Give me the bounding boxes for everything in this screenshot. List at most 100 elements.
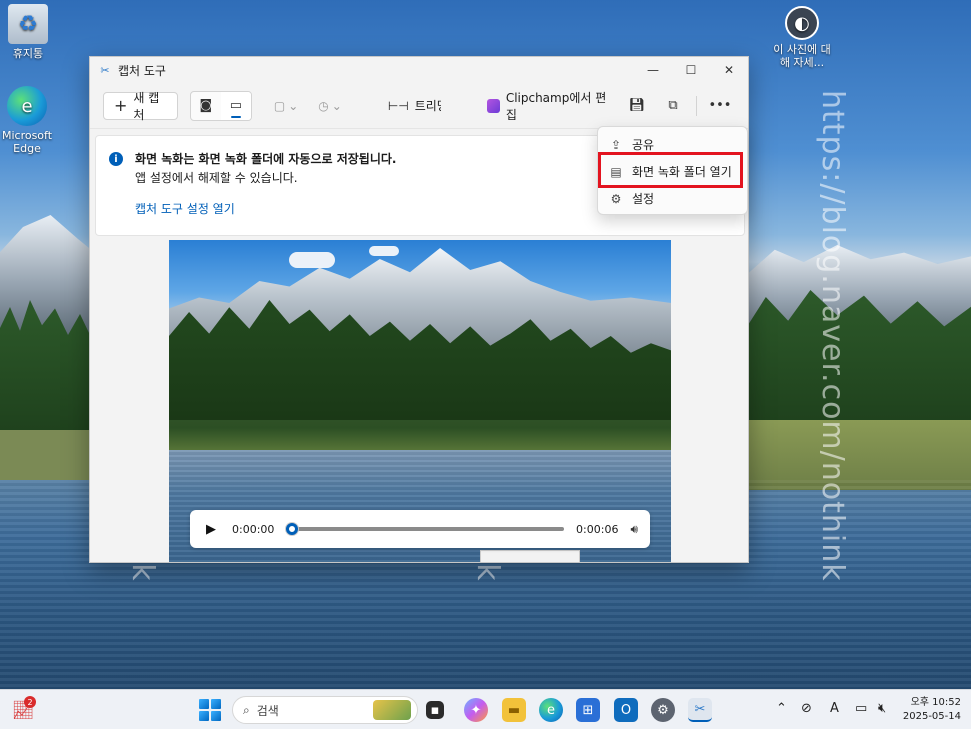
snipping-tool-icon: ✂	[100, 63, 110, 77]
copilot-icon: ✦	[470, 702, 482, 718]
ime-indicator[interactable]: A	[830, 701, 839, 716]
info-subtitle: 앱 설정에서 해제할 수 있습니다.	[135, 171, 298, 185]
share-icon: ⇪	[610, 137, 622, 152]
trim-icon: ⊢⊣	[387, 98, 409, 113]
minimize-button[interactable]: —	[634, 57, 672, 83]
task-view-icon: ▪	[430, 702, 440, 718]
edge-icon: e	[7, 86, 47, 126]
video-cloud	[289, 252, 335, 268]
copilot-button[interactable]: ✦	[464, 698, 488, 722]
desktop-icon-label: 휴지통	[12, 47, 44, 60]
info-title: 화면 녹화는 화면 녹화 폴더에 자동으로 저장됩니다.	[135, 152, 397, 166]
trim-button[interactable]: ⊢⊣ 트리밍	[382, 92, 447, 120]
capture-mode-toggle: ◙ ▭	[189, 90, 252, 121]
windows-logo-tile	[199, 699, 209, 709]
video-cloud	[369, 246, 399, 256]
outlook-icon: O	[620, 702, 632, 718]
search-icon: ⌕	[243, 702, 250, 717]
volume-icon[interactable]: 🔊︎	[630, 522, 638, 537]
toolbar-divider	[696, 95, 697, 116]
tray-overflow-chevron-icon[interactable]: ⌃	[776, 701, 787, 716]
clock-time: 오후 10:52	[910, 697, 961, 708]
window-title: 캡처 도구	[118, 63, 166, 78]
clipchamp-icon	[486, 98, 500, 113]
chevron-down-icon: ⌄	[331, 98, 342, 113]
maximize-button[interactable]: ☐	[672, 57, 710, 83]
search-highlight-image	[373, 700, 411, 720]
video-mode-button[interactable]: ▭	[220, 91, 251, 120]
menu-item-settings[interactable]: ⚙ 설정	[598, 185, 747, 212]
video-inner-thumbnail	[480, 550, 580, 562]
highlight-box	[598, 152, 743, 188]
new-capture-label: 새 캡처	[133, 90, 160, 122]
wallpaper-grass-left	[0, 430, 100, 480]
menu-item-label: 설정	[632, 192, 655, 206]
store-button[interactable]: ⊞	[576, 698, 600, 722]
screenshot-mode-button[interactable]: ◙	[191, 92, 221, 120]
more-options-button[interactable]: •••	[705, 92, 735, 120]
copy-button[interactable]: ⧉	[658, 92, 688, 120]
ellipsis-icon: •••	[708, 98, 732, 113]
clipchamp-edit-button[interactable]: Clipchamp에서 편집	[481, 90, 616, 122]
task-view-button[interactable]: ▪	[426, 701, 444, 719]
title-bar[interactable]: ✂ 캡처 도구 — ☐ ✕	[90, 57, 748, 83]
close-button[interactable]: ✕	[710, 57, 748, 83]
search-placeholder: 검색	[256, 703, 279, 718]
desktop-icon-recycle-bin[interactable]: ♻ 휴지통	[0, 4, 63, 60]
windows-logo-tile	[211, 699, 221, 709]
info-icon: i	[109, 152, 123, 166]
chevron-down-icon: ⌄	[288, 98, 299, 113]
seek-bar[interactable]	[286, 523, 565, 535]
recycle-bin-icon: ♻	[8, 4, 48, 44]
rectangle-icon: ▢	[273, 98, 286, 113]
copy-icon: ⧉	[668, 98, 678, 113]
clock-icon: ◷	[318, 98, 329, 113]
outlook-button[interactable]: O	[614, 698, 638, 722]
notification-badge: 2	[24, 696, 36, 708]
trim-label: 트리밍	[414, 99, 441, 113]
folder-icon: ▬	[507, 702, 521, 718]
snipping-tool-icon: ✂	[694, 701, 706, 717]
store-icon: ⊞	[582, 702, 594, 718]
start-button[interactable]	[199, 699, 221, 721]
watermark-text: https://blog.naver.com/nothink	[815, 90, 850, 582]
snip-shape-dropdown[interactable]: ▢ ⌄	[268, 92, 304, 120]
taskbar-search[interactable]: ⌕ 검색	[232, 696, 418, 724]
menu-item-label: 공유	[632, 138, 655, 152]
current-time: 0:00:00	[232, 522, 275, 536]
file-explorer-button[interactable]: ▬	[502, 698, 526, 722]
media-player-controls: ▶ 0:00:00 0:00:06 🔊︎	[190, 510, 650, 548]
edge-taskbar-button[interactable]: e	[539, 698, 563, 722]
clock-date: 2025-05-14	[902, 711, 961, 722]
desktop-icon-label: Microsoft Edge	[1, 129, 53, 155]
save-button[interactable]: 💾︎	[622, 92, 652, 120]
video-camera-icon: ▭	[229, 98, 242, 113]
seek-thumb[interactable]	[286, 523, 299, 535]
delay-dropdown[interactable]: ◷ ⌄	[312, 92, 348, 120]
settings-taskbar-button[interactable]: ⚙	[651, 698, 675, 722]
windows-logo-tile	[199, 711, 209, 721]
windows-logo-tile	[211, 711, 221, 721]
desktop-icon-edge[interactable]: e Microsoft Edge	[0, 86, 62, 155]
open-settings-link[interactable]: 캡처 도구 설정 열기	[135, 200, 235, 217]
save-icon: 💾︎	[628, 98, 646, 113]
stock-widget[interactable]: 📈︎ 2	[10, 696, 36, 722]
snipping-tool-taskbar-button[interactable]: ✂	[688, 698, 712, 722]
volume-mute-icon[interactable]: 🔇︎	[878, 701, 886, 716]
toolbar: + 새 캡처 ◙ ▭ ▢ ⌄ ◷ ⌄ ⊢⊣ 트리밍 Clipchamp에서 편집	[90, 83, 748, 129]
desktop-icon-label: 이 사진에 대해 자세...	[773, 43, 831, 69]
network-off-icon[interactable]: ⊘	[801, 701, 812, 716]
total-time: 0:00:06	[576, 522, 619, 536]
taskbar-clock[interactable]: 오후 10:52 2025-05-14	[901, 696, 961, 724]
taskbar: 📈︎ 2 ⌕ 검색 ▪ ✦ ▬ e ⊞ O ⚙ ✂ ⌃ ⊘ A ▭ 🔇︎ 오후 …	[0, 689, 971, 729]
plus-icon: +	[114, 95, 128, 115]
desktop-icon-photo-info[interactable]: ◐ 이 사진에 대해 자세...	[767, 6, 837, 69]
clipchamp-label: Clipchamp에서 편집	[505, 90, 607, 122]
gear-icon: ⚙	[657, 702, 669, 718]
video-preview[interactable]: ▶ 0:00:00 0:00:06 🔊︎	[169, 240, 671, 562]
gear-icon: ⚙	[610, 191, 622, 206]
monitor-icon[interactable]: ▭	[855, 701, 867, 716]
new-capture-button[interactable]: + 새 캡처	[103, 90, 178, 122]
play-button[interactable]: ▶	[202, 522, 220, 537]
photo-info-icon: ◐	[785, 6, 819, 40]
